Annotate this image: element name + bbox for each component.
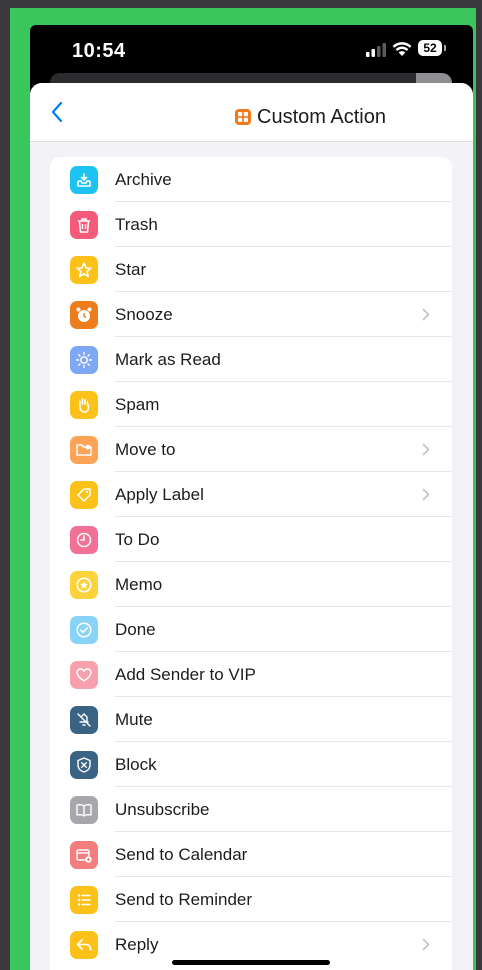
action-row-mute[interactable]: Mute	[50, 697, 452, 742]
alarm-clock-icon	[70, 301, 98, 329]
tag-icon	[70, 481, 98, 509]
status-time: 10:54	[72, 40, 126, 62]
action-row-snooze[interactable]: Snooze	[50, 292, 452, 337]
action-label: Spam	[115, 395, 160, 414]
action-label: Reply	[115, 935, 159, 954]
action-label: Done	[115, 620, 156, 639]
action-row-done[interactable]: Done	[50, 607, 452, 652]
action-label: Trash	[115, 215, 158, 234]
chevron-right-icon	[422, 308, 430, 321]
list-icon	[70, 886, 98, 914]
reply-icon	[70, 931, 98, 959]
action-label: Archive	[115, 170, 172, 189]
action-list: Archive Trash Star Snooze Mark as Read Spam Mo…	[50, 157, 452, 970]
star-circle-icon	[70, 571, 98, 599]
page-title-group: Custom Action	[235, 104, 386, 130]
calendar-add-icon	[70, 841, 98, 869]
battery-indicator: 52	[418, 40, 442, 56]
sun-icon	[70, 346, 98, 374]
chevron-right-icon	[422, 938, 430, 951]
back-chevron-icon[interactable]	[50, 101, 64, 123]
action-row-apply-label[interactable]: Apply Label	[50, 472, 452, 517]
battery-tip	[444, 45, 446, 51]
action-label: Block	[115, 755, 157, 774]
custom-action-sheet: Custom Action Archive Trash Star Snooze Mark…	[30, 83, 473, 970]
trash-icon	[70, 211, 98, 239]
action-label: Send to Reminder	[115, 890, 253, 909]
action-label: Unsubscribe	[115, 800, 210, 819]
action-row-spam[interactable]: Spam	[50, 382, 452, 427]
folder-move-icon	[70, 436, 98, 464]
status-bar: 10:54 52	[30, 25, 473, 75]
book-icon	[70, 796, 98, 824]
chevron-right-icon	[422, 488, 430, 501]
hand-icon	[70, 391, 98, 419]
chevron-right-icon	[422, 443, 430, 456]
action-row-send-to-reminder[interactable]: Send to Reminder	[50, 877, 452, 922]
action-label: Send to Calendar	[115, 845, 248, 864]
action-row-to-do[interactable]: To Do	[50, 517, 452, 562]
action-label: Snooze	[115, 305, 173, 324]
action-label: Mark as Read	[115, 350, 221, 369]
action-label: Move to	[115, 440, 176, 459]
action-row-mark-as-read[interactable]: Mark as Read	[50, 337, 452, 382]
action-label: Memo	[115, 575, 163, 594]
action-row-move-to[interactable]: Move to	[50, 427, 452, 472]
action-row-memo[interactable]: Memo	[50, 562, 452, 607]
checkmark-circle-icon	[70, 616, 98, 644]
action-label: Star	[115, 260, 147, 279]
heart-icon	[70, 661, 98, 689]
mute-icon	[70, 706, 98, 734]
action-row-trash[interactable]: Trash	[50, 202, 452, 247]
action-label: To Do	[115, 530, 160, 549]
action-label: Apply Label	[115, 485, 204, 504]
action-row-star[interactable]: Star	[50, 247, 452, 292]
block-shield-icon	[70, 751, 98, 779]
star-icon	[70, 256, 98, 284]
action-label: Mute	[115, 710, 153, 729]
custom-action-icon	[235, 109, 251, 125]
phone-screen: 10:54 52 Custom Action Archive Trash Sta…	[30, 25, 473, 970]
action-row-add-sender-to-vip[interactable]: Add Sender to VIP	[50, 652, 452, 697]
cellular-signal-icon	[366, 43, 386, 57]
page-title: Custom Action	[257, 105, 386, 128]
wifi-icon	[392, 42, 412, 56]
action-row-block[interactable]: Block	[50, 742, 452, 787]
action-row-send-to-calendar[interactable]: Send to Calendar	[50, 832, 452, 877]
action-row-unsubscribe[interactable]: Unsubscribe	[50, 787, 452, 832]
archive-icon	[70, 166, 98, 194]
clock-icon	[70, 526, 98, 554]
home-indicator	[172, 960, 330, 965]
navigation-bar: Custom Action	[30, 83, 473, 142]
action-label: Add Sender to VIP	[115, 665, 256, 684]
action-row-archive[interactable]: Archive	[50, 157, 452, 202]
